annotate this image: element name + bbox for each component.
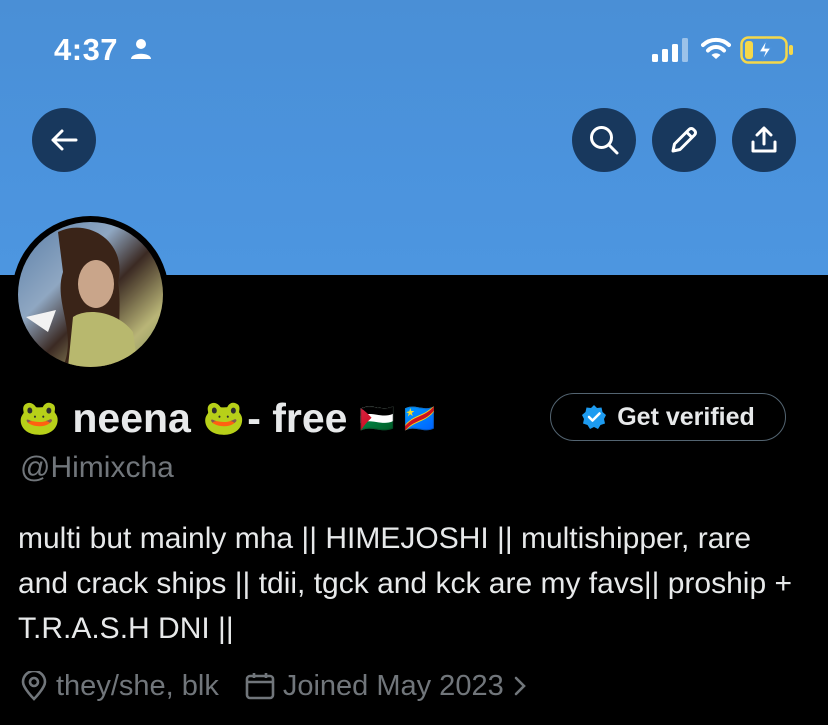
get-verified-button[interactable]: Get verified bbox=[550, 393, 786, 441]
wifi-icon bbox=[701, 37, 731, 59]
profile-bio: multi but mainly mha || HIMEJOSHI || mul… bbox=[18, 522, 792, 645]
edit-icon bbox=[671, 127, 697, 153]
profile-handle: @Himixcha bbox=[20, 451, 174, 484]
calendar-icon bbox=[245, 673, 275, 700]
signal-icon bbox=[652, 38, 688, 62]
status-bar: 4:37 bbox=[0, 0, 828, 100]
flag-congo: 🇨🇩 bbox=[402, 401, 438, 435]
chevron-right-icon bbox=[514, 676, 526, 696]
avatar-image bbox=[18, 222, 163, 367]
share-button[interactable] bbox=[732, 108, 796, 172]
verified-badge-icon bbox=[582, 405, 607, 429]
battery-charging-icon bbox=[740, 36, 793, 64]
display-name-tail: - free bbox=[247, 394, 348, 441]
share-icon bbox=[751, 126, 777, 153]
frog-emoji: 🐸 bbox=[18, 398, 61, 438]
search-icon bbox=[590, 126, 619, 155]
location-text: they/she, blk bbox=[56, 669, 219, 702]
avatar[interactable] bbox=[12, 216, 169, 373]
location-item: they/she, blk bbox=[20, 670, 219, 703]
location-pin-icon bbox=[21, 671, 47, 701]
back-icon bbox=[51, 129, 78, 151]
back-button[interactable] bbox=[32, 108, 96, 172]
joined-item[interactable]: Joined May 2023 bbox=[245, 670, 528, 703]
status-time: 4:37 bbox=[54, 32, 119, 67]
flag-palestine: 🇵🇸 bbox=[359, 401, 395, 435]
search-button[interactable] bbox=[572, 108, 636, 172]
get-verified-label: Get verified bbox=[617, 402, 755, 431]
display-name-row: 🐸 neena 🐸 - free 🇵🇸 🇨🇩 bbox=[18, 393, 437, 443]
joined-text: Joined May 2023 bbox=[282, 669, 504, 702]
display-name: neena bbox=[72, 394, 191, 441]
person-icon bbox=[131, 39, 151, 59]
frog-emoji: 🐸 bbox=[202, 398, 246, 438]
edit-button[interactable] bbox=[652, 108, 716, 172]
profile-meta: they/she, blk Joined May 2023 bbox=[20, 666, 554, 706]
